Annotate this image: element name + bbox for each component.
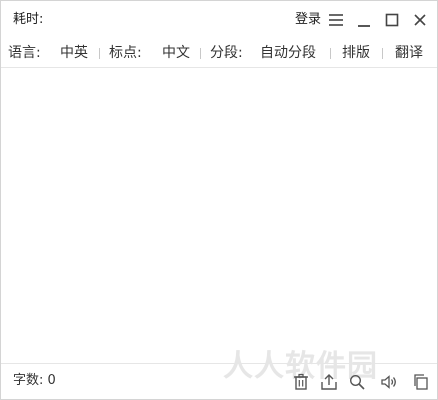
punctuation-selector[interactable]: 中文 xyxy=(162,44,190,62)
word-count-value: 0 xyxy=(47,373,56,388)
minimize-icon[interactable] xyxy=(355,11,373,29)
search-icon[interactable] xyxy=(347,372,367,392)
word-count: 字数: 0 xyxy=(13,373,56,389)
menu-icon[interactable] xyxy=(327,11,345,29)
options-toolbar: 语言: 中英 标点: 中文 分段: 自动分段 排版 翻译 xyxy=(1,39,437,68)
app-window: 耗时: 登录 语言: 中英 标点: 中文 分段: 自动分段 排版 翻译 人人软件… xyxy=(0,0,438,400)
maximize-icon[interactable] xyxy=(383,11,401,29)
elapsed-time-label: 耗时: xyxy=(13,12,44,27)
paragraph-selector[interactable]: 自动分段 xyxy=(260,44,316,62)
punctuation-label: 标点: xyxy=(109,45,142,61)
language-selector[interactable]: 中英 xyxy=(60,44,88,62)
toolbar-divider xyxy=(99,48,100,59)
toolbar-divider xyxy=(382,48,383,59)
title-bar: 耗时: 登录 xyxy=(1,1,437,39)
paragraph-label: 分段: xyxy=(210,45,243,61)
word-count-label: 字数: xyxy=(13,373,44,388)
trash-icon[interactable] xyxy=(291,372,311,392)
login-button[interactable]: 登录 xyxy=(295,12,321,28)
copy-icon[interactable] xyxy=(411,372,431,392)
layout-button[interactable]: 排版 xyxy=(342,44,370,62)
translate-button[interactable]: 翻译 xyxy=(395,44,423,62)
export-icon[interactable] xyxy=(319,372,339,392)
status-bar: 字数: 0 xyxy=(1,363,437,400)
close-icon[interactable] xyxy=(411,11,429,29)
speaker-icon[interactable] xyxy=(379,372,399,392)
toolbar-divider xyxy=(330,48,331,59)
text-editor-area[interactable] xyxy=(1,68,437,362)
toolbar-divider xyxy=(200,48,201,59)
language-label: 语言: xyxy=(8,45,41,61)
